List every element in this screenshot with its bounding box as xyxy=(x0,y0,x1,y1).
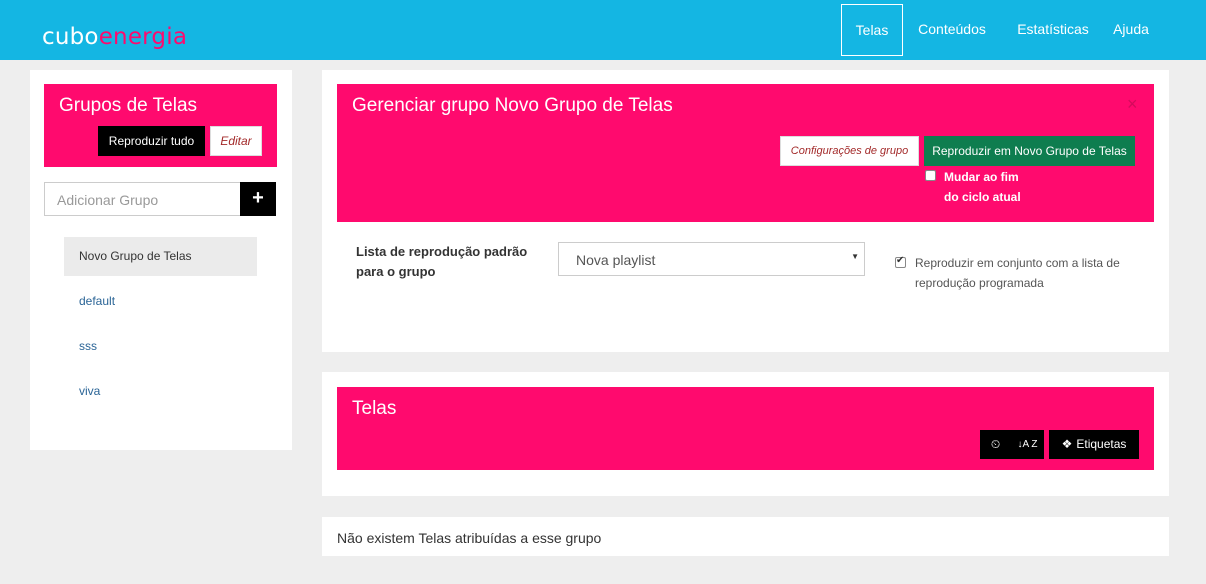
default-playlist-value: Nova playlist xyxy=(576,252,656,268)
sidebar-item-viva[interactable]: viva xyxy=(64,372,257,411)
add-group-button[interactable]: + xyxy=(240,182,276,216)
tags-button[interactable]: ❖ Etiquetas xyxy=(1049,430,1139,459)
top-navbar: cuboenergia Telas Conteúdos Estatísticas… xyxy=(0,0,1206,60)
nav-tab-conteudos[interactable]: Conteúdos xyxy=(912,4,992,56)
nav-tab-ajuda[interactable]: Ajuda xyxy=(1106,4,1156,56)
nav-tab-telas[interactable]: Telas xyxy=(841,4,903,56)
play-combined-checkbox[interactable] xyxy=(895,255,906,268)
brand-logo-part1: cubo xyxy=(42,24,99,50)
add-group-placeholder: Adicionar Grupo xyxy=(57,192,159,208)
play-all-button[interactable]: Reproduzir tudo xyxy=(98,126,205,156)
screens-title: Telas xyxy=(352,398,397,419)
play-combined-label-2: reprodução programada xyxy=(915,276,1044,290)
nav-tab-estatisticas[interactable]: Estatísticas xyxy=(1008,4,1098,56)
sidebar-item-novo-grupo[interactable]: Novo Grupo de Telas xyxy=(64,237,257,276)
tags-button-label: Etiquetas xyxy=(1076,437,1127,451)
change-at-end-label-2: do ciclo atual xyxy=(944,190,1021,204)
empty-screens-message: Não existem Telas atribuídas a esse grup… xyxy=(337,530,602,546)
change-at-end-checkbox[interactable] xyxy=(925,170,936,181)
default-playlist-select[interactable]: Nova playlist ▼ xyxy=(558,242,865,276)
sidebar-item-default[interactable]: default xyxy=(64,282,257,321)
sidebar-title: Grupos de Telas xyxy=(59,95,198,116)
sidebar-item-sss[interactable]: sss xyxy=(64,327,257,366)
default-playlist-label-2: para o grupo xyxy=(356,264,436,279)
edit-button[interactable]: Editar xyxy=(210,126,262,156)
brand-logo-part2: energia xyxy=(98,24,188,50)
group-settings-button[interactable]: Configurações de grupo xyxy=(780,136,919,166)
sort-alpha-icon[interactable]: ↓A Z xyxy=(1011,430,1044,459)
brand-logo[interactable]: cuboenergia xyxy=(42,24,187,50)
default-playlist-label-1: Lista de reprodução padrão xyxy=(356,244,528,259)
close-icon[interactable]: × xyxy=(1127,94,1138,115)
clock-icon[interactable]: ⏲ xyxy=(980,430,1011,459)
change-at-end-label-1: Mudar ao fim xyxy=(944,170,1019,184)
play-combined-label-1: Reproduzir em conjunto com a lista de xyxy=(915,256,1120,270)
tag-icon: ❖ xyxy=(1061,437,1073,451)
play-in-group-button[interactable]: Reproduzir em Novo Grupo de Telas xyxy=(924,136,1135,166)
manage-group-title: Gerenciar grupo Novo Grupo de Telas xyxy=(352,95,673,116)
chevron-down-icon: ▼ xyxy=(851,252,859,261)
empty-screens-panel: Não existem Telas atribuídas a esse grup… xyxy=(322,517,1169,556)
add-group-input[interactable]: Adicionar Grupo xyxy=(44,182,241,216)
